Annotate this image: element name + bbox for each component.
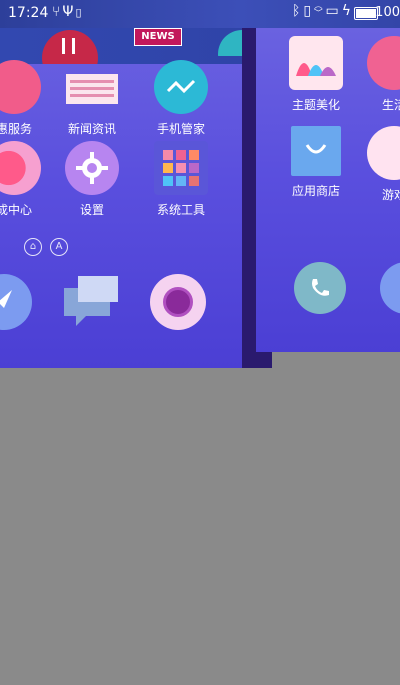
themes-icon [289, 36, 343, 90]
system-tools-icon [154, 141, 208, 195]
home-indicator-icon[interactable]: ⌂ [24, 238, 42, 256]
compass-icon [218, 30, 242, 56]
battery-level: 100 [375, 5, 400, 20]
gear-icon [65, 141, 119, 195]
screen-divider [242, 28, 256, 368]
app-label: 成中心 [0, 203, 32, 217]
app-games[interactable]: 游戏 [354, 126, 400, 203]
news-badge: NEWS [134, 28, 182, 46]
app-settings[interactable]: 设置 [52, 141, 132, 218]
app-label: 游戏 [381, 188, 400, 202]
app-game-center[interactable]: 成中心 [0, 141, 54, 218]
app-label: 手机管家 [156, 122, 205, 136]
app-themes[interactable]: 主题美化 [276, 36, 356, 113]
app-label: 系统工具 [156, 203, 205, 217]
services-icon [0, 60, 41, 114]
vibrate-icon: ▯ [303, 3, 315, 19]
system-icons: ᛒ▯⌔▭ϟ [292, 3, 354, 19]
status-bar: 17:24 ⑂Ψ▯ ᛒ▯⌔▭ϟ 100 [0, 0, 400, 28]
app-label: 新闻资讯 [67, 122, 116, 136]
game-center-icon [0, 141, 41, 195]
app-news[interactable]: 新闻资讯 [52, 60, 132, 137]
app-label: 生活 [381, 98, 400, 112]
life-icon [367, 36, 400, 90]
status-time: 17:24 [8, 5, 49, 21]
app-services[interactable]: 惠服务 [0, 60, 54, 137]
phone-manager-icon [154, 60, 208, 114]
notification-icons: ⑂Ψ▯ [52, 4, 84, 20]
browser-dock-icon-right[interactable] [380, 262, 400, 314]
app-label: 惠服务 [0, 122, 32, 136]
top-widget-strip [0, 28, 242, 64]
wifi-icon: ⌔ [314, 3, 326, 19]
browser-dock-icon[interactable] [0, 274, 32, 330]
app-label: 应用商店 [291, 184, 340, 198]
food-icon [42, 30, 98, 64]
page-indicator[interactable]: ⌂ A [24, 234, 76, 256]
camera-lens [163, 287, 193, 317]
usb-icon: ⑂ [52, 4, 63, 20]
phone-dock-icon[interactable] [294, 262, 346, 314]
news-icon [65, 60, 119, 114]
shopping-bag-icon [291, 126, 341, 176]
screen-shadow [256, 352, 272, 368]
app-store[interactable]: 应用商店 [276, 126, 356, 199]
bluetooth-icon: ᛒ [291, 3, 304, 19]
charging-icon: ϟ [341, 3, 354, 19]
camera-dock-icon[interactable] [150, 274, 206, 330]
home-screen-left: 惠服务 新闻资讯 手机管家 成中心 设置 系统工具 ⌂ A NEWS [0, 28, 242, 368]
app-phone-manager[interactable]: 手机管家 [141, 60, 221, 137]
app-label: 主题美化 [291, 98, 340, 112]
download-icon: Ψ [62, 4, 76, 20]
bug-icon: ▯ [75, 6, 84, 19]
page-indicator-a[interactable]: A [50, 238, 68, 256]
messages-dock-icon[interactable] [62, 274, 122, 334]
app-system-tools[interactable]: 系统工具 [141, 141, 221, 218]
home-screen-right: 主题美化 生活 应用商店 游戏 [256, 28, 400, 352]
app-label: 设置 [79, 203, 104, 217]
games-icon [367, 126, 400, 180]
app-life[interactable]: 生活 [354, 36, 400, 113]
sim-icon: ▭ [325, 3, 342, 19]
